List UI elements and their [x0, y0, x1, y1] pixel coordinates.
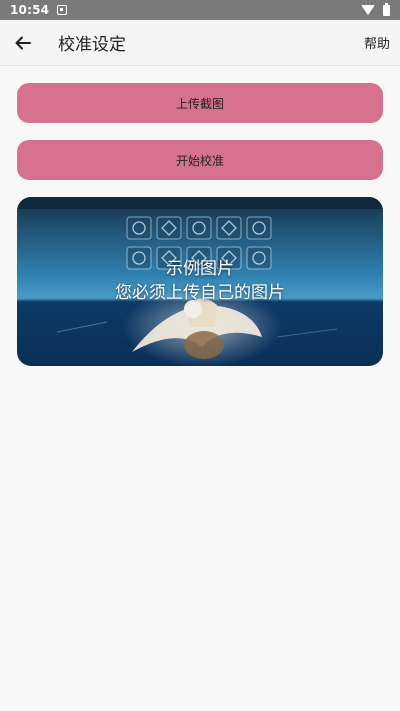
upload-screenshot-label: 上传截图 [175, 96, 224, 111]
battery-icon [383, 2, 390, 16]
back-arrow-icon [15, 36, 31, 49]
status-icons [361, 2, 390, 16]
page-title: 校准设定 [58, 35, 126, 55]
status-bar: 10:54 [0, 0, 400, 20]
status-time: 10:54 [10, 3, 50, 17]
sample-image-caption: 示例图片 您必须上传自己的图片 [17, 257, 383, 305]
sample-image: 示例图片 您必须上传自己的图片 [17, 197, 383, 366]
upload-screenshot-button[interactable]: 上传截图 [17, 83, 383, 123]
sample-caption-line2: 您必须上传自己的图片 [115, 283, 285, 303]
help-button[interactable]: 帮助 [364, 33, 390, 52]
notification-icon [57, 5, 68, 15]
app-bar: 校准设定 帮助 [0, 20, 400, 66]
start-calibration-label: 开始校准 [175, 153, 224, 168]
wifi-icon [361, 5, 375, 15]
start-calibration-button[interactable]: 开始校准 [17, 140, 383, 180]
sample-caption-line1: 示例图片 [166, 259, 234, 279]
back-button[interactable] [0, 20, 46, 66]
